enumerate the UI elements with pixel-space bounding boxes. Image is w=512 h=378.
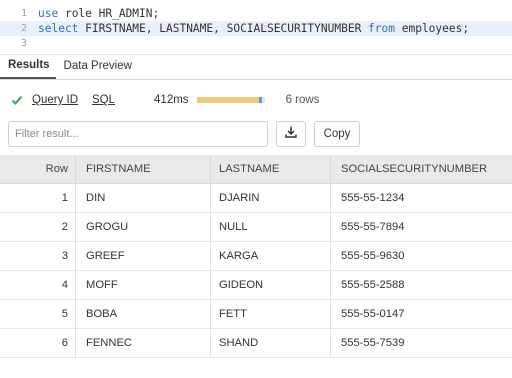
checkmark-icon <box>11 94 23 106</box>
row-number-cell: 4 <box>0 271 76 299</box>
progress-fill <box>196 97 262 103</box>
table-row[interactable]: 3 GREEF KARGA 555-55-9630 <box>0 242 512 271</box>
ssn-cell: 555-55-2588 <box>341 279 405 291</box>
row-number-cell: 6 <box>0 329 76 357</box>
ssn-cell: 555-55-7539 <box>341 337 405 349</box>
table-row[interactable]: 4 MOFF GIDEON 555-55-2588 <box>0 271 512 300</box>
query-duration: 412ms <box>154 94 189 106</box>
sql-editor[interactable]: 1 use role HR_ADMIN; 2 select FIRSTNAME,… <box>0 0 512 54</box>
row-number-cell: 3 <box>0 242 76 270</box>
progress-marker <box>258 97 262 103</box>
ssn-cell: 555-55-7894 <box>341 221 405 233</box>
lastname-cell: DJARIN <box>211 184 331 212</box>
query-id-link[interactable]: Query ID <box>32 94 78 106</box>
table-row[interactable]: 5 BOBA FETT 555-55-0147 <box>0 300 512 329</box>
column-header-ssn[interactable]: SOCIALSECURITYNUMBER <box>331 155 512 183</box>
sql-keyword: select <box>38 22 79 35</box>
sql-keyword: use <box>38 7 59 20</box>
lastname-cell: SHAND <box>211 329 331 357</box>
tab-data-preview[interactable]: Data Preview <box>56 60 138 79</box>
line-number: 1 <box>20 8 27 19</box>
results-tabs: Results Data Preview <box>0 54 512 80</box>
filter-input[interactable] <box>8 121 268 147</box>
copy-button[interactable]: Copy <box>314 121 360 147</box>
line-number: 2 <box>20 23 27 34</box>
column-header-firstname[interactable]: FIRSTNAME <box>76 155 211 183</box>
lastname-cell: GIDEON <box>211 271 331 299</box>
query-status-bar: Query ID SQL 412ms 6 rows <box>0 88 512 112</box>
firstname-cell: BOBA <box>76 300 211 328</box>
column-header-lastname[interactable]: LASTNAME <box>211 155 331 183</box>
column-header-row[interactable]: Row <box>0 155 76 183</box>
table-row[interactable]: 2 GROGU NULL 555-55-7894 <box>0 213 512 242</box>
table-row[interactable]: 6 FENNEC SHAND 555-55-7539 <box>0 329 512 358</box>
sql-text: employees; <box>395 22 470 35</box>
code-line-3[interactable]: 3 <box>0 36 512 51</box>
ssn-cell: 555-55-0147 <box>341 308 405 320</box>
sql-link[interactable]: SQL <box>92 94 115 106</box>
firstname-cell: MOFF <box>76 271 211 299</box>
row-count: 6 rows <box>285 94 320 106</box>
ssn-cell: 555-55-9630 <box>341 250 405 262</box>
tab-results[interactable]: Results <box>0 59 56 79</box>
table-header: Row FIRSTNAME LASTNAME SOCIALSECURITYNUM… <box>0 155 512 184</box>
lastname-cell: NULL <box>211 213 331 241</box>
ssn-cell: 555-55-1234 <box>341 192 405 204</box>
table-row[interactable]: 1 DIN DJARIN 555-55-1234 <box>0 184 512 213</box>
code-line-2[interactable]: 2 select FIRSTNAME, LASTNAME, SOCIALSECU… <box>0 21 512 36</box>
firstname-cell: GREEF <box>76 242 211 270</box>
firstname-cell: GROGU <box>76 213 211 241</box>
lastname-cell: KARGA <box>211 242 331 270</box>
code-line-1[interactable]: 1 use role HR_ADMIN; <box>0 6 512 21</box>
row-number-cell: 1 <box>0 184 76 212</box>
sql-text: FIRSTNAME, LASTNAME, SOCIALSECURITYNUMBE… <box>78 22 369 35</box>
line-number: 3 <box>20 38 27 49</box>
firstname-cell: FENNEC <box>76 329 211 357</box>
download-button[interactable] <box>276 121 306 147</box>
download-icon <box>284 125 298 144</box>
query-progress-bar <box>196 97 265 103</box>
sql-keyword: from <box>368 22 395 35</box>
results-table: Row FIRSTNAME LASTNAME SOCIALSECURITYNUM… <box>0 155 512 358</box>
lastname-cell: FETT <box>211 300 331 328</box>
row-number-cell: 2 <box>0 213 76 241</box>
sql-text: role HR_ADMIN; <box>58 7 160 20</box>
row-number-cell: 5 <box>0 300 76 328</box>
firstname-cell: DIN <box>76 184 211 212</box>
